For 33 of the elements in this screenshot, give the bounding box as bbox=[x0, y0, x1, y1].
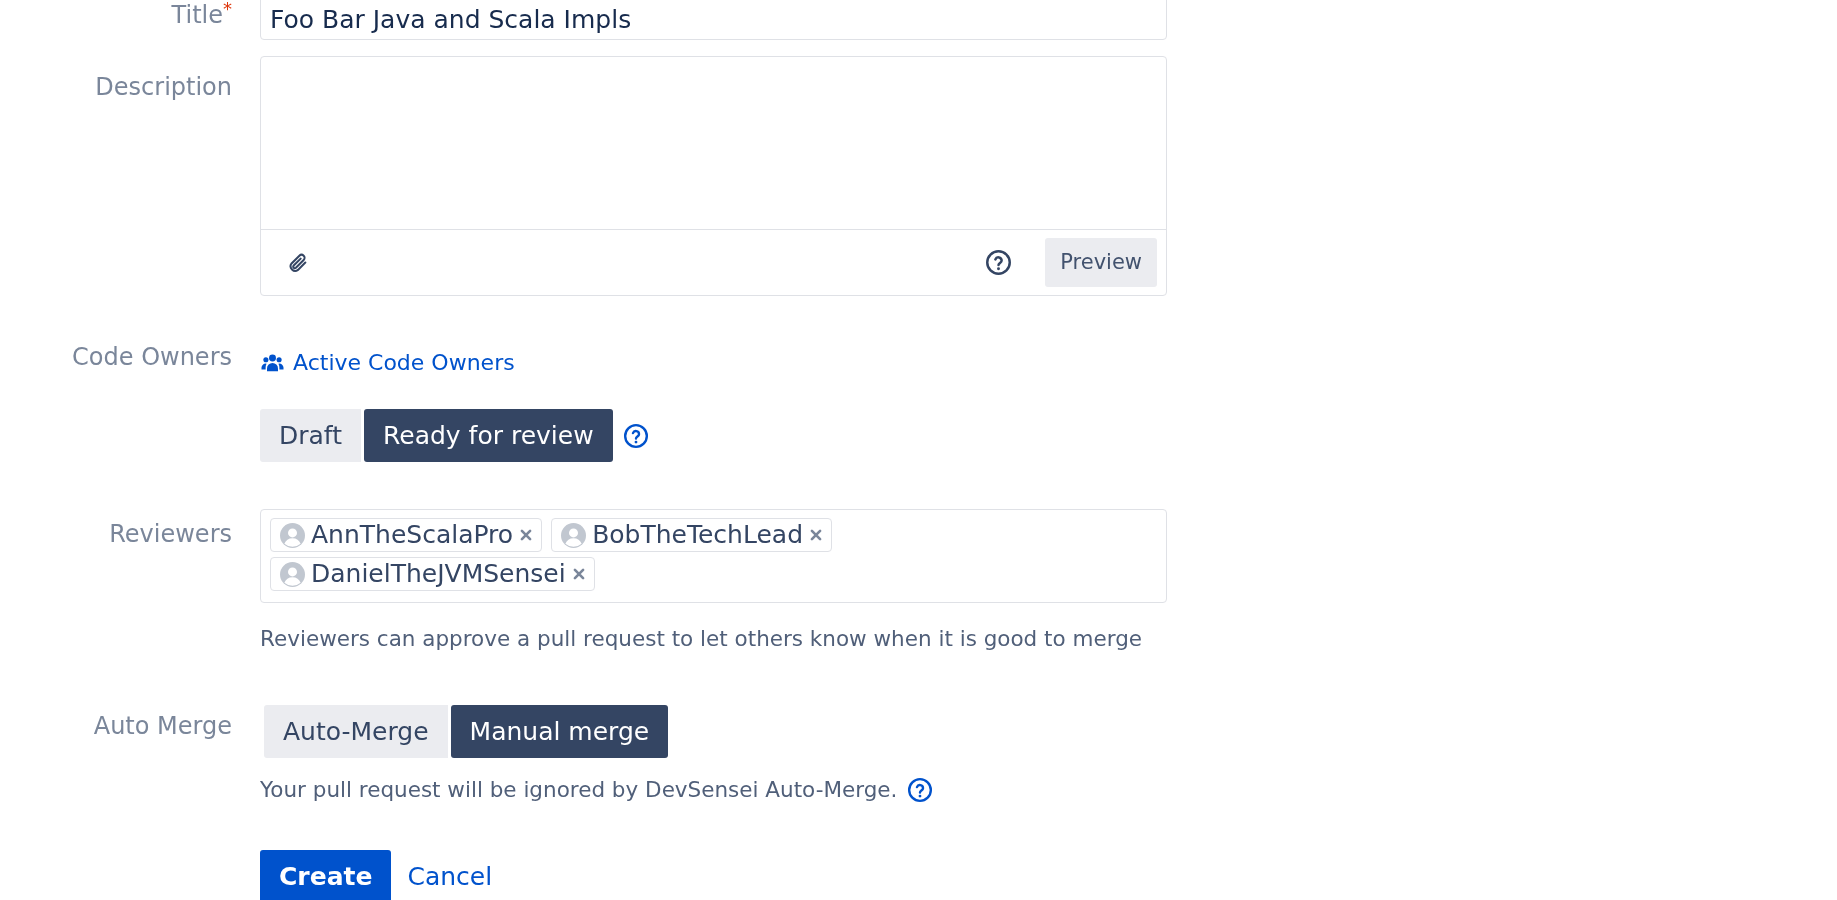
field-label: Reviewers bbox=[109, 520, 232, 548]
remove-icon[interactable] bbox=[809, 528, 824, 542]
avatar-icon bbox=[280, 522, 305, 548]
toggle-option[interactable]: Draft bbox=[260, 409, 361, 462]
field-label: Auto Merge bbox=[93, 712, 232, 740]
paperclip-icon[interactable] bbox=[287, 251, 309, 274]
preview-button[interactable]: Preview bbox=[1045, 237, 1157, 288]
toggle-option[interactable]: Manual merge bbox=[450, 705, 669, 758]
reviewer-name: BobTheTechLead bbox=[592, 519, 804, 552]
field-label: Description bbox=[95, 73, 232, 101]
merge-note: Your pull request will be ignored by DevSensei Auto-Merge. bbox=[260, 776, 898, 804]
toggle-option[interactable]: Ready for review bbox=[364, 409, 613, 462]
required-mark: * bbox=[223, 0, 232, 19]
field-label: Code Owners bbox=[72, 343, 232, 371]
avatar-icon bbox=[280, 561, 305, 587]
help-icon[interactable] bbox=[907, 777, 934, 803]
reviewers-field[interactable]: AnnTheScalaPro BobTheTechLead DanielTheJVMSensei bbox=[260, 509, 1167, 603]
field-label: Title bbox=[171, 1, 223, 29]
helper-text: Reviewers can approve a pull request to let others know when it is good to merge bbox=[260, 625, 1144, 653]
toggle-option[interactable]: Auto-Merge bbox=[264, 705, 448, 758]
reviewer-name: DanielTheJVMSensei bbox=[311, 558, 566, 591]
code-owners-link[interactable]: Active Code Owners bbox=[293, 346, 515, 379]
help-icon[interactable] bbox=[622, 422, 649, 449]
reviewer-name: AnnTheScalaPro bbox=[311, 519, 514, 552]
title-input[interactable]: Foo Bar Java and Scala Impls bbox=[260, 0, 1167, 40]
description-editor[interactable]: Preview bbox=[260, 56, 1167, 296]
avatar-icon bbox=[561, 522, 587, 548]
people-icon bbox=[260, 351, 285, 374]
help-icon[interactable] bbox=[985, 249, 1013, 276]
remove-icon[interactable] bbox=[571, 567, 586, 581]
cancel-link[interactable]: Cancel bbox=[399, 858, 501, 896]
create-button[interactable]: Create bbox=[260, 850, 392, 900]
remove-icon[interactable] bbox=[519, 528, 534, 542]
